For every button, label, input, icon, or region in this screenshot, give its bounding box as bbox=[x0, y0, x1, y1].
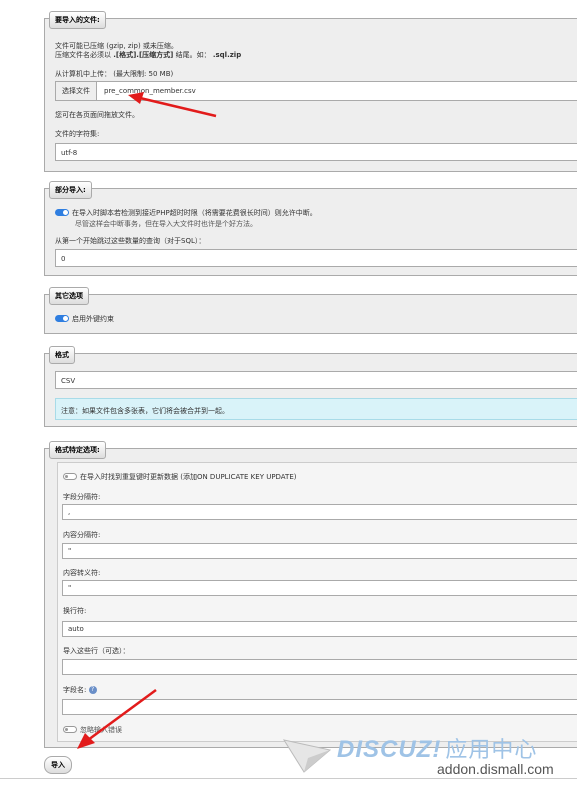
choose-file-button[interactable]: 选择文件 bbox=[56, 82, 97, 100]
ignore-errors-label: 忽略输入错误 bbox=[80, 726, 122, 734]
column-names-label: 字段名: ? bbox=[63, 685, 97, 695]
allow-interrupt-label: 在导入时脚本若检测到接近PHP超时时限（将需要花费很长时间）则允许中断。 bbox=[72, 209, 317, 217]
column-names-input[interactable] bbox=[62, 699, 577, 715]
file-section: 要导入的文件: 文件可能已压缩 (gzip, zip) 或未压缩。 压缩文件名必… bbox=[44, 11, 577, 172]
line-terminator-input[interactable]: auto bbox=[62, 621, 577, 637]
allow-interrupt-hint: 尽管这样会中断事务，但在导入大文件时也许是个好方法。 bbox=[75, 220, 257, 228]
enclosed-by-label: 内容分隔符: bbox=[63, 531, 101, 539]
allow-interrupt-toggle[interactable] bbox=[55, 209, 69, 216]
field-separator-label: 字段分隔符: bbox=[63, 493, 101, 501]
format-legend: 格式 bbox=[49, 346, 75, 364]
enclosed-by-input[interactable]: " bbox=[62, 543, 577, 559]
paper-plane-icon bbox=[282, 739, 332, 773]
update-on-duplicate-toggle[interactable] bbox=[63, 473, 77, 480]
skip-queries-label: 从第一个开始跳过这些数量的查询（对于SQL）： bbox=[55, 237, 206, 245]
file-chooser[interactable]: 选择文件 pre_common_member.csv bbox=[55, 81, 577, 101]
field-separator-input[interactable]: , bbox=[62, 504, 577, 520]
other-options-legend: 其它选项 bbox=[49, 287, 89, 305]
format-specific-legend: 格式特定选项: bbox=[49, 441, 106, 459]
compression-name-note: 压缩文件名必须以 .[格式].[压缩方式] 结尾。如： .sql.zip bbox=[55, 51, 242, 59]
foreign-key-toggle[interactable] bbox=[55, 315, 69, 322]
watermark-url: addon.dismall.com bbox=[437, 761, 554, 777]
charset-label: 文件的字符集: bbox=[55, 130, 100, 138]
format-specific-options: 在导入时找到重复键时更新数据 (添加ON DUPLICATE KEY UPDAT… bbox=[57, 462, 577, 742]
watermark: DISCUZ! 应用中心 addon.dismall.com bbox=[282, 734, 577, 782]
partial-import-section: 部分导入: 在导入时脚本若检测到接近PHP超时时限（将需要花费很长时间）则允许中… bbox=[44, 181, 577, 276]
skip-queries-input[interactable]: 0 bbox=[55, 249, 577, 267]
charset-select[interactable]: utf-8 bbox=[55, 143, 577, 161]
escaped-by-input[interactable]: " bbox=[62, 580, 577, 596]
format-note: 注意：如果文件包含多张表，它们将会被合并到一起。 bbox=[55, 398, 577, 420]
import-submit-button[interactable]: 导入 bbox=[44, 756, 72, 774]
line-terminator-label: 换行符: bbox=[63, 607, 87, 615]
format-specific-section: 格式特定选项: 在导入时找到重复键时更新数据 (添加ON DUPLICATE K… bbox=[44, 441, 577, 748]
format-section: 格式 CSV 注意：如果文件包含多张表，它们将会被合并到一起。 bbox=[44, 346, 577, 427]
foreign-key-label: 启用外键约束 bbox=[72, 315, 114, 323]
update-on-duplicate-label: 在导入时找到重复键时更新数据 (添加ON DUPLICATE KEY UPDAT… bbox=[80, 473, 297, 481]
format-select[interactable]: CSV bbox=[55, 371, 577, 389]
chosen-file-name: pre_common_member.csv bbox=[104, 87, 196, 95]
ignore-errors-toggle[interactable] bbox=[63, 726, 77, 733]
watermark-brand: DISCUZ! 应用中心 bbox=[337, 736, 538, 763]
import-lines-input[interactable] bbox=[62, 659, 577, 675]
drag-drop-hint: 您可在各页面间拖放文件。 bbox=[55, 111, 139, 119]
import-lines-label: 导入这些行（可选）： bbox=[63, 647, 130, 655]
help-icon[interactable]: ? bbox=[88, 686, 97, 694]
partial-import-legend: 部分导入: bbox=[49, 181, 92, 199]
upload-label: 从计算机中上传： (最大限制: 50 MB) bbox=[55, 70, 174, 78]
file-section-legend: 要导入的文件: bbox=[49, 11, 106, 29]
other-options-section: 其它选项 启用外键约束 bbox=[44, 287, 577, 334]
escaped-by-label: 内容转义符: bbox=[63, 569, 101, 577]
